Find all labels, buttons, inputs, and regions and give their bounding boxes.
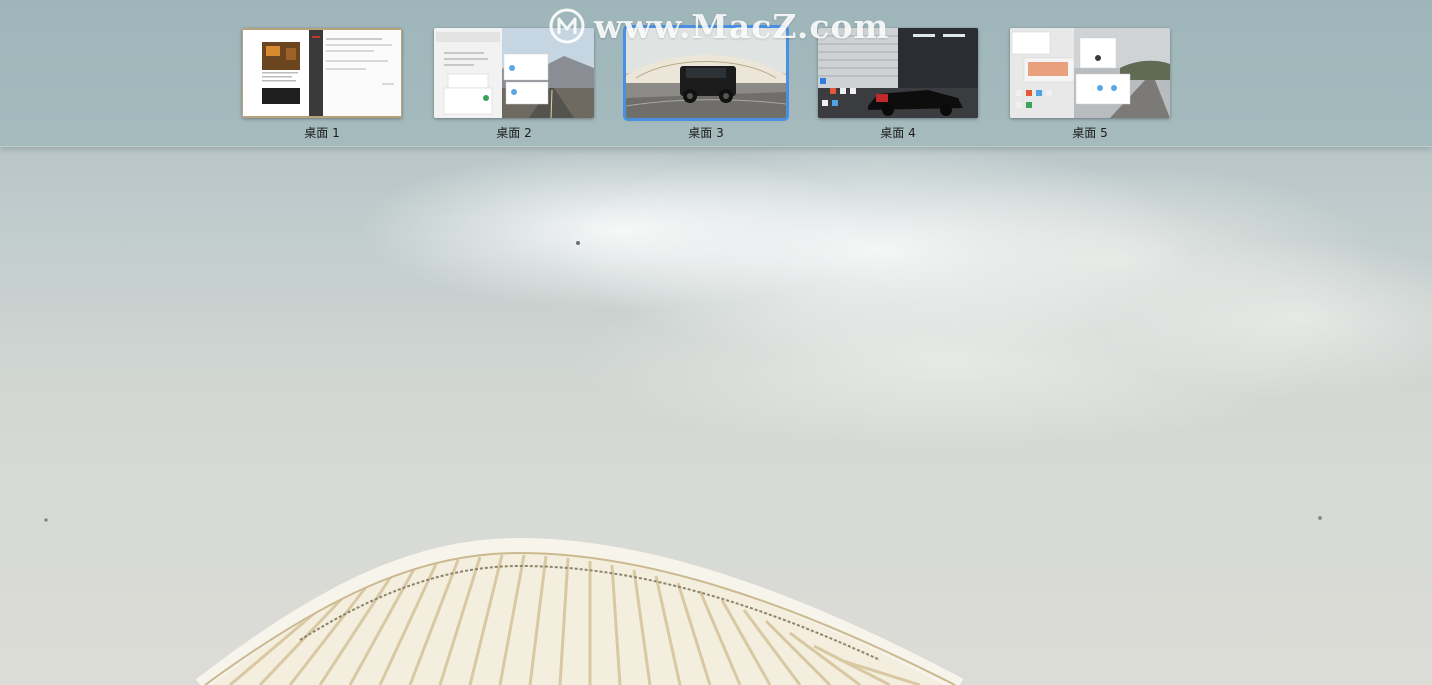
space-4-wallpaper — [818, 28, 978, 118]
space-preview-3 — [623, 25, 789, 121]
space-label-5: 桌面 5 — [1072, 126, 1108, 140]
space-thumbnail-2[interactable]: 桌面 2 — [434, 28, 594, 141]
space-3-wallpaper — [626, 28, 786, 118]
desktop: 桌面 1 桌面 2 桌面 3 桌面 4 桌面 5 www.MacZ.com — [0, 0, 1432, 685]
space-preview-4 — [818, 28, 978, 118]
space-label-3: 桌面 3 — [688, 126, 724, 140]
space-label-1: 桌面 1 — [304, 126, 340, 140]
space-preview-2 — [434, 28, 594, 118]
space-label-4: 桌面 4 — [880, 126, 916, 140]
space-1-wallpaper — [242, 28, 402, 118]
space-preview-1 — [242, 28, 402, 118]
space-thumbnail-4[interactable]: 桌面 4 — [818, 28, 978, 141]
space-thumbnail-3[interactable]: 桌面 3 — [623, 25, 789, 141]
space-label-2: 桌面 2 — [496, 126, 532, 140]
spaces-bar: 桌面 1 桌面 2 桌面 3 桌面 4 桌面 5 — [0, 0, 1432, 147]
space-5-wallpaper — [1010, 28, 1170, 118]
space-preview-5 — [1010, 28, 1170, 118]
space-thumbnail-1[interactable]: 桌面 1 — [242, 28, 402, 141]
space-thumbnail-5[interactable]: 桌面 5 — [1010, 28, 1170, 141]
space-2-wallpaper — [434, 28, 594, 118]
